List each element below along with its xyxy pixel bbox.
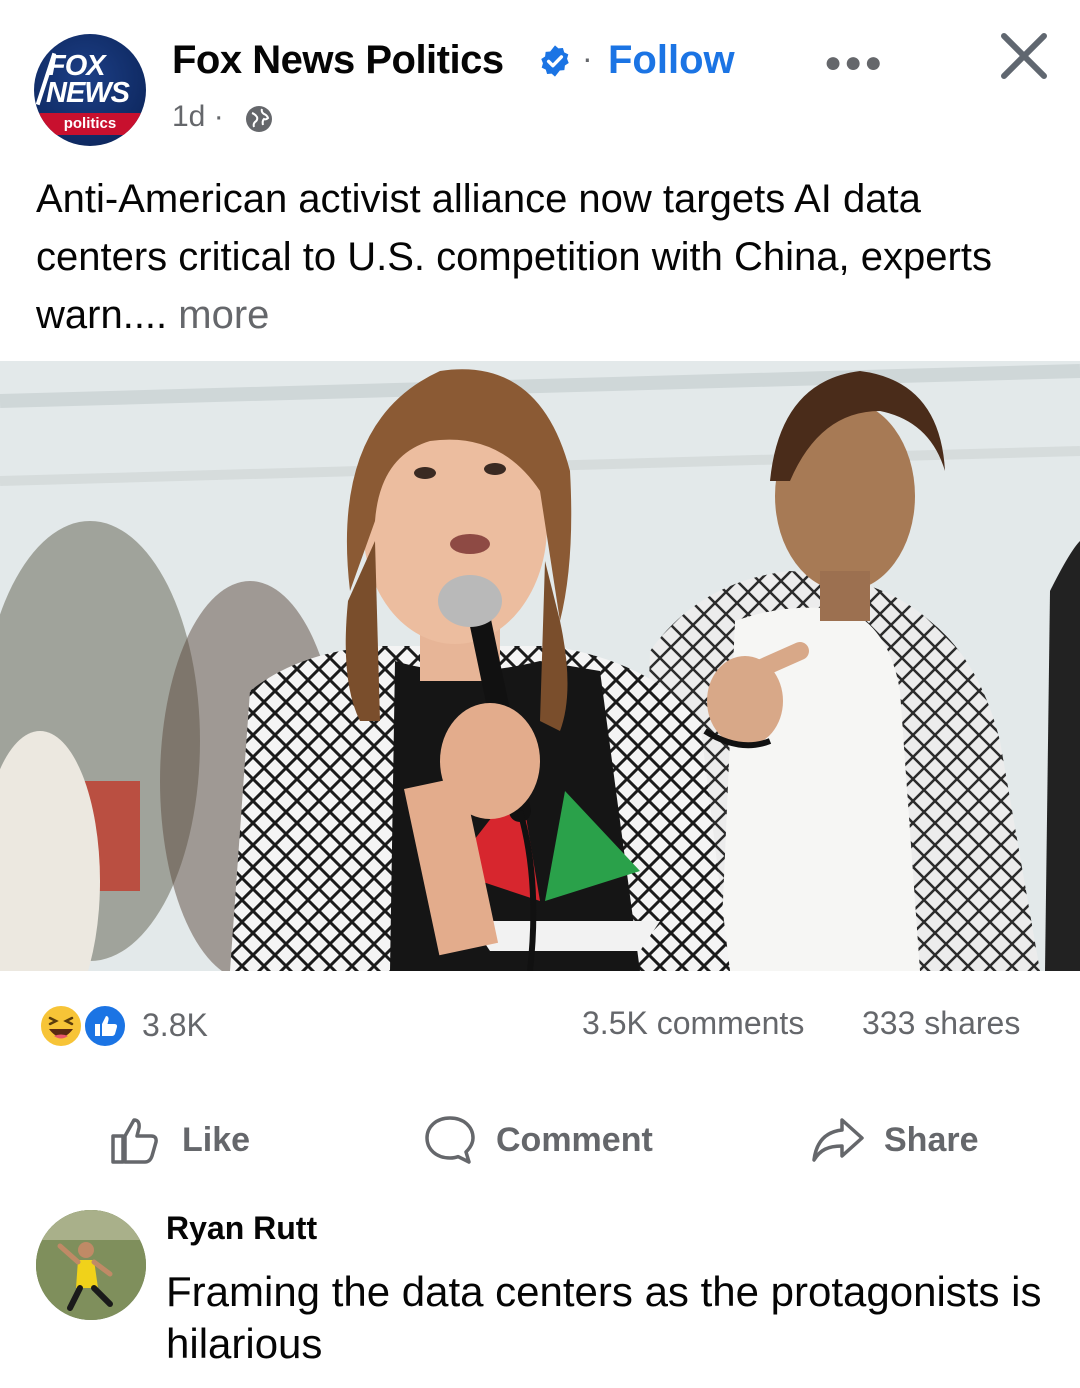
share-button[interactable]: Share xyxy=(810,1110,979,1170)
post-photo[interactable] xyxy=(0,361,1080,971)
avatar-illustration xyxy=(36,1210,146,1320)
haha-reaction-icon[interactable] xyxy=(38,1003,84,1049)
globe-icon xyxy=(246,106,272,132)
like-thumb-icon xyxy=(111,1118,158,1164)
reaction-stats: 3.8K 3.5K comments 333 shares xyxy=(0,995,1080,1055)
share-arrow-icon xyxy=(812,1118,864,1162)
like-button[interactable]: Like xyxy=(108,1110,250,1170)
verified-badge-icon xyxy=(541,45,569,77)
like-reaction-icon[interactable] xyxy=(82,1003,128,1049)
page-name[interactable]: Fox News Politics xyxy=(172,38,504,83)
reaction-count[interactable]: 3.8K xyxy=(142,1007,208,1044)
logo-text-news: NEWS xyxy=(46,77,130,109)
see-more-link[interactable]: more xyxy=(178,293,269,337)
post-time: 1d · xyxy=(172,100,224,133)
like-label: Like xyxy=(182,1120,251,1159)
share-label: Share xyxy=(884,1120,979,1159)
comment-button[interactable]: Comment xyxy=(422,1110,653,1170)
photo-illustration xyxy=(0,361,1080,971)
comments-count[interactable]: 3.5K comments xyxy=(582,1005,804,1042)
post-header: FOX NEWS politics Fox News Politics · Fo… xyxy=(0,0,1080,160)
more-options-icon[interactable]: ●●● xyxy=(824,46,884,80)
comment-label: Comment xyxy=(496,1120,653,1159)
comment-bubble-icon xyxy=(425,1116,475,1164)
action-bar: Like Comment Share xyxy=(0,1100,1080,1180)
page-avatar-logo[interactable]: FOX NEWS politics xyxy=(34,34,146,146)
logo-text-politics: politics xyxy=(37,113,143,135)
close-icon[interactable] xyxy=(998,30,1050,82)
separator-dot: · xyxy=(582,40,593,76)
follow-button[interactable]: Follow xyxy=(608,38,735,83)
shares-count[interactable]: 333 shares xyxy=(862,1005,1020,1042)
commenter-avatar[interactable] xyxy=(36,1210,146,1320)
comment-text: Framing the data centers as the protagon… xyxy=(166,1268,1042,1367)
commenter-name[interactable]: Ryan Rutt xyxy=(166,1210,317,1247)
post-caption: Anti-American activist alliance now targ… xyxy=(36,170,1056,344)
